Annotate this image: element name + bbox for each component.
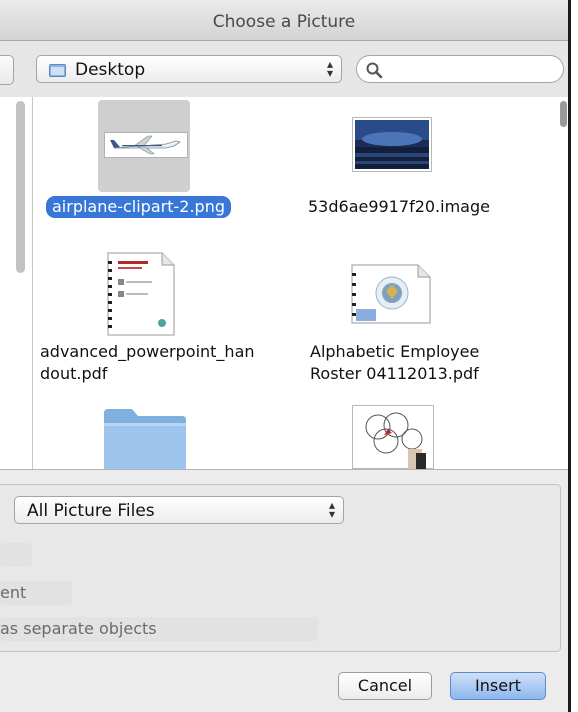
cancel-button[interactable]: Cancel	[338, 672, 432, 700]
option-row-2[interactable]: as separate objects	[0, 617, 318, 641]
file-name-line-2: Roster 04112013.pdf	[310, 364, 479, 383]
options-panel: All Picture Files ▴ ▾ ent as separate obj…	[0, 484, 561, 652]
file-name-line-1: Alphabetic Employee	[310, 342, 480, 361]
search-input[interactable]	[387, 59, 559, 81]
file-name-line-1: advanced_powerpoint_han	[40, 342, 255, 361]
airplane-image-thumbnail	[104, 132, 188, 158]
file-name-line-2: dout.pdf	[40, 364, 108, 383]
file-item-powerpoint-pdf[interactable]: advanced_powerpoint_han dout.pdf	[0, 237, 290, 387]
option-row-blank[interactable]	[0, 543, 32, 567]
search-field[interactable]	[356, 55, 564, 83]
option-label: as separate objects	[0, 619, 157, 638]
search-icon	[366, 62, 383, 79]
file-name-label: airplane-clipart-2.png	[46, 196, 231, 218]
folder-icon	[49, 64, 66, 77]
folder-icon	[104, 409, 186, 469]
location-label: Desktop	[75, 60, 146, 80]
pdf-document-icon	[107, 252, 175, 336]
file-type-filter-popup[interactable]: All Picture Files ▴ ▾	[14, 496, 344, 524]
diagram-image-thumbnail	[352, 405, 434, 469]
view-toggle-button[interactable]	[0, 55, 14, 85]
pdf-document-icon	[351, 264, 431, 324]
file-name-label: 53d6ae9917f20.image	[308, 197, 490, 216]
location-popup[interactable]: Desktop ▴ ▾	[36, 55, 342, 83]
file-item-diagram-image[interactable]	[290, 397, 560, 469]
file-item-concert-image[interactable]: 53d6ae9917f20.image	[290, 97, 560, 227]
file-browser: airplane-clipart-2.png 53d6ae9917f20.ima…	[0, 97, 568, 470]
option-row-1[interactable]: ent	[0, 581, 72, 605]
chevron-updown-icon: ▴ ▾	[328, 498, 335, 521]
file-item-folder[interactable]	[0, 397, 290, 469]
window-title: Choose a Picture	[212, 12, 356, 32]
option-label: ent	[0, 583, 27, 602]
toolbar: Desktop ▴ ▾	[0, 41, 568, 98]
file-item-airplane[interactable]: airplane-clipart-2.png	[0, 97, 290, 227]
title-bar: Choose a Picture	[0, 0, 568, 41]
insert-button[interactable]: Insert	[450, 672, 546, 700]
file-scrollbar[interactable]	[560, 101, 567, 127]
choose-picture-dialog: Choose a Picture Desktop ▴ ▾ airplane-cl…	[0, 0, 571, 712]
filter-label: All Picture Files	[27, 501, 155, 521]
concert-photo-thumbnail	[352, 117, 432, 172]
chevron-updown-icon: ▴ ▾	[326, 57, 333, 80]
file-item-employee-roster-pdf[interactable]: Alphabetic Employee Roster 04112013.pdf	[290, 237, 560, 387]
